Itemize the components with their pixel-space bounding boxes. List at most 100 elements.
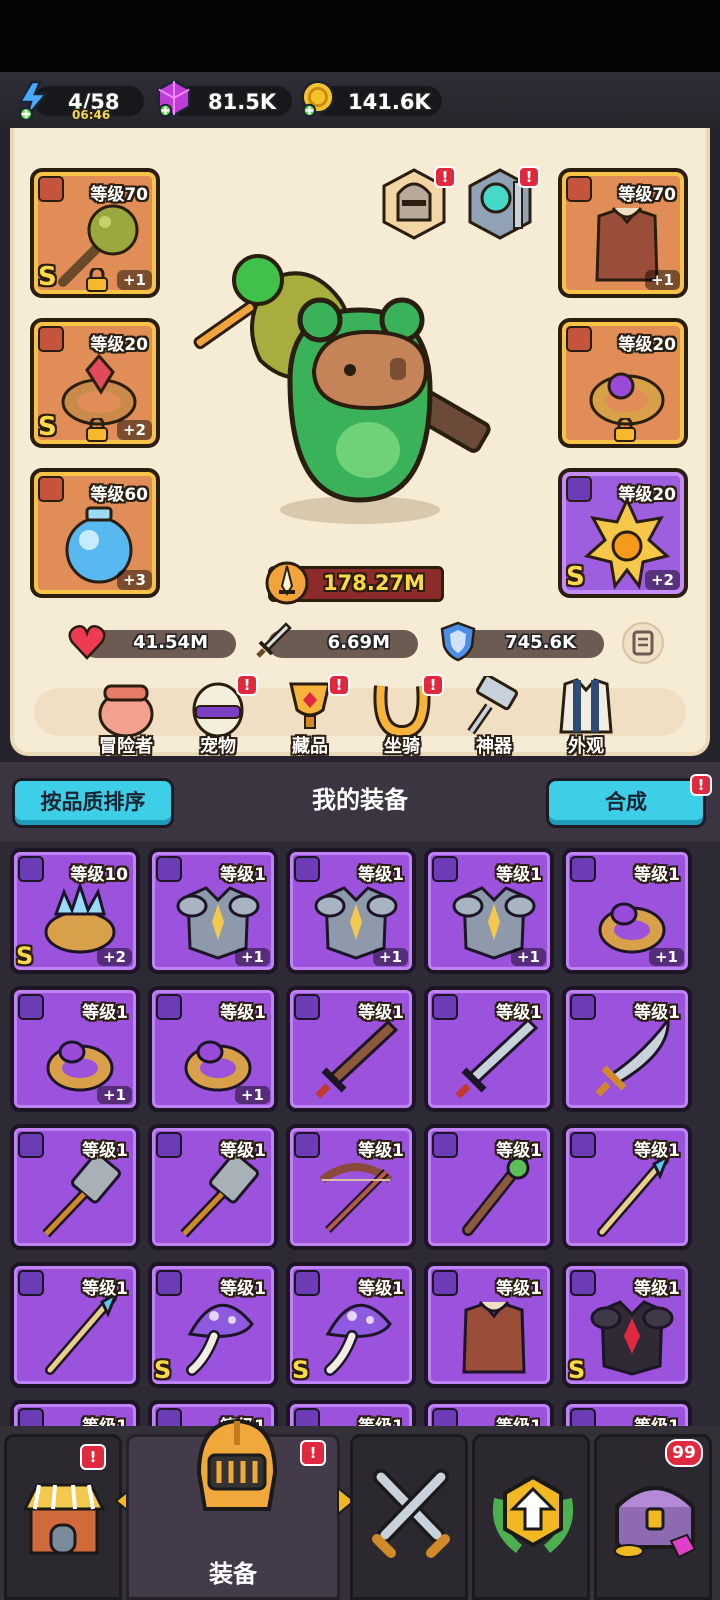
nav-upgrade[interactable] bbox=[472, 1434, 590, 1600]
outfit-icon bbox=[559, 678, 613, 734]
inventory-item[interactable]: 等级1 S bbox=[562, 1262, 692, 1388]
amulet-slot[interactable]: 等级60 +3 bbox=[30, 468, 160, 598]
inventory-item[interactable]: 等级1 S bbox=[286, 1262, 416, 1388]
attack-sword-icon bbox=[256, 622, 292, 658]
menu-artifact[interactable]: 神器 bbox=[454, 673, 534, 758]
inventory-item[interactable]: 等级10 S +2 bbox=[10, 848, 140, 974]
dark-armor-icon bbox=[590, 1300, 674, 1376]
coin-value: 141.6K bbox=[348, 90, 431, 114]
inventory-item[interactable]: 等级1 bbox=[286, 1400, 416, 1426]
inventory-item[interactable]: 等级1 bbox=[10, 1262, 140, 1388]
menu-mount-label: 坐骑 bbox=[384, 736, 420, 757]
category-icon bbox=[570, 1408, 596, 1426]
upgrade-count: +1 bbox=[648, 948, 684, 966]
crossbow-icon bbox=[319, 1163, 393, 1233]
category-icon bbox=[294, 1408, 320, 1426]
inventory-item[interactable]: 等级1 bbox=[424, 986, 554, 1112]
menu-collection-label: 藏品 bbox=[292, 736, 328, 757]
item-level: 等级1 bbox=[634, 1279, 680, 1299]
wood-sword-icon bbox=[315, 1019, 399, 1099]
crossed-swords-icon bbox=[372, 1469, 450, 1558]
inventory-item[interactable]: 等级1 +1 bbox=[10, 986, 140, 1112]
inventory-item[interactable]: 等级1 bbox=[424, 1262, 554, 1388]
inventory-item[interactable]: 等级1 bbox=[562, 986, 692, 1112]
ring-slot[interactable]: 等级20 S +2 bbox=[30, 318, 160, 448]
item-level: 等级1 bbox=[634, 865, 680, 885]
item-level: 等级1 bbox=[496, 1412, 542, 1426]
chest-count-badge: 99 bbox=[665, 1439, 703, 1467]
amulet-slot-2[interactable]: 等级20 S +2 bbox=[558, 468, 688, 598]
energy-bolt-icon[interactable] bbox=[16, 80, 56, 120]
collection-alert-badge: ! bbox=[328, 674, 350, 696]
gem-icon[interactable] bbox=[154, 78, 194, 118]
inventory-item[interactable]: 等级1 +1 bbox=[148, 986, 278, 1112]
menu-appearance-label: 外观 bbox=[568, 736, 604, 757]
coin-icon[interactable] bbox=[298, 78, 338, 118]
treasure-chest-icon bbox=[614, 1486, 697, 1559]
inventory-item[interactable]: 等级1 bbox=[286, 986, 416, 1112]
ring-slot-2[interactable]: 等级20 bbox=[558, 318, 688, 448]
item-level: 等级10 bbox=[70, 865, 128, 885]
mushroom-icon bbox=[186, 1303, 254, 1376]
grade-label: S bbox=[38, 262, 57, 292]
grade-label: S bbox=[292, 1356, 310, 1384]
inventory-item[interactable]: 等级1 S bbox=[148, 1262, 278, 1388]
lock-icon bbox=[86, 418, 108, 442]
nav-battle[interactable] bbox=[350, 1434, 468, 1600]
item-level: 等级1 bbox=[496, 1141, 542, 1161]
inventory-item[interactable]: 等级1 +1 bbox=[424, 848, 554, 974]
menu-artifact-label: 神器 bbox=[476, 736, 512, 757]
nav-chest[interactable]: 99 bbox=[594, 1434, 712, 1600]
item-level: 等级1 bbox=[82, 1003, 128, 1023]
grade-label: S bbox=[154, 1356, 172, 1384]
inventory-item[interactable]: 等级1 +1 bbox=[562, 848, 692, 974]
upgrade-count: +1 bbox=[116, 270, 152, 290]
staff-icon bbox=[462, 1156, 530, 1236]
upgrade-count: +1 bbox=[96, 1086, 132, 1104]
inventory-item[interactable]: 等级1 bbox=[424, 1400, 554, 1426]
inventory-item[interactable]: 等级1 bbox=[148, 1124, 278, 1250]
item-level: 等级1 bbox=[358, 1141, 404, 1161]
mushroom-icon bbox=[324, 1303, 392, 1376]
inventory-item[interactable]: 等级1 bbox=[10, 1124, 140, 1250]
item-level: 等级1 bbox=[496, 865, 542, 885]
my-equipment-title: 我的装备 bbox=[312, 786, 408, 814]
grade-label: S bbox=[568, 1356, 586, 1384]
upgrade-count: +2 bbox=[644, 570, 680, 590]
merge-button[interactable]: 合成 bbox=[546, 778, 706, 828]
grade-label: S bbox=[38, 412, 57, 442]
pet-alert-badge: ! bbox=[236, 674, 258, 696]
sort-by-quality-button[interactable]: 按品质排序 bbox=[12, 778, 174, 828]
weapon-slot[interactable]: 等级70 S +1 bbox=[30, 168, 160, 298]
hammer-icon bbox=[180, 1152, 259, 1238]
menu-appearance[interactable]: 外观 bbox=[546, 676, 626, 758]
helmet-icon bbox=[196, 1418, 278, 1511]
menu-adventurer-label: 冒险者 bbox=[99, 736, 153, 757]
item-level: 等级1 bbox=[634, 1412, 680, 1426]
armor-slot[interactable]: 等级70 +1 bbox=[558, 168, 688, 298]
inventory-item[interactable]: 等级1 bbox=[424, 1124, 554, 1250]
item-level: 等级1 bbox=[220, 1003, 266, 1023]
spear-icon bbox=[597, 1152, 671, 1237]
menu-adventurer[interactable]: 冒险者 bbox=[86, 676, 166, 758]
shield-icon bbox=[440, 621, 476, 662]
energy-timer: 06:46 bbox=[72, 108, 111, 122]
inventory-item[interactable]: 等级1 +1 bbox=[286, 848, 416, 974]
artifact-hammer-icon bbox=[467, 673, 518, 735]
item-level: 等级1 bbox=[634, 1003, 680, 1023]
nav-equipment-label: 装备 bbox=[209, 1560, 257, 1588]
inventory-item[interactable]: 等级1 bbox=[10, 1400, 140, 1426]
heart-icon bbox=[68, 625, 106, 660]
upgrade-count: +1 bbox=[644, 270, 680, 290]
shop-alert-badge: ! bbox=[80, 1444, 106, 1470]
item-level: 等级1 bbox=[358, 865, 404, 885]
item-level: 等级1 bbox=[220, 865, 266, 885]
stats-detail-button[interactable] bbox=[622, 622, 664, 664]
inventory-item[interactable]: 等级1 bbox=[562, 1400, 692, 1426]
inventory-item[interactable]: 等级1 bbox=[286, 1124, 416, 1250]
item-level: 等级1 bbox=[496, 1279, 542, 1299]
inventory-item[interactable]: 等级1 bbox=[562, 1124, 692, 1250]
inventory-item[interactable]: 等级1 +1 bbox=[148, 848, 278, 974]
menu-pet-label: 宠物 bbox=[200, 736, 236, 757]
item-level: 等级1 bbox=[220, 1141, 266, 1161]
